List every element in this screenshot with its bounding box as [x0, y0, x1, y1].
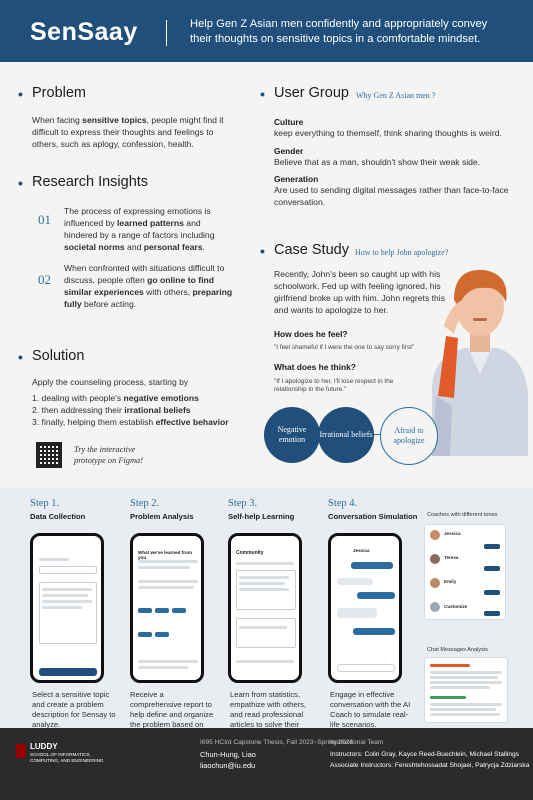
user-group-text: Believe that as a man, shouldn't show th…: [274, 157, 481, 167]
instructors: Instructors: Colin Gray, Kayce Reed-Buec…: [330, 751, 519, 758]
chat-analysis-label: Chat Messages Analysis: [427, 647, 488, 653]
bullet-icon: •: [260, 243, 265, 259]
step-title: Step 1.: [30, 498, 60, 509]
insight-text: The process of expressing emotions is in…: [64, 206, 215, 252]
step-description: Engage in effective conversation with th…: [330, 690, 411, 729]
select-button[interactable]: [484, 566, 500, 571]
user-group-text: Are used to sending digital messages rat…: [274, 185, 509, 207]
phone-contact-name: Jessica: [353, 548, 370, 553]
user-group-link[interactable]: Why Gen Z Asian men ?: [356, 91, 435, 100]
select-button[interactable]: [484, 611, 500, 616]
avatar: [430, 530, 440, 540]
solution-step: 3. finally, helping them establish effec…: [32, 417, 229, 427]
problem-title: Problem: [32, 85, 86, 101]
step-subtitle: Self-help Learning: [228, 512, 295, 521]
associate-instructors: Associate Instructors: Fereshtehossadat …: [330, 762, 530, 769]
step-title: Step 4.: [328, 498, 358, 509]
solution-intro: Apply the counseling process, starting b…: [32, 377, 189, 387]
school-subtitle: SCHOOL OF INFORMATICS, COMPUTING, AND ENG…: [30, 752, 104, 763]
coach-name: Jessica: [444, 531, 461, 536]
phone-screen-title: Community: [236, 550, 264, 556]
insight-number: 02: [38, 272, 51, 287]
user-group-heading: Culture: [274, 117, 304, 127]
solution-step: 1. dealing with people's negative emotio…: [32, 393, 199, 403]
team-label: Instructional Team: [330, 739, 384, 746]
case-study-title: Case Study: [274, 242, 349, 258]
phone-screen-title: What we've learned from you: [138, 550, 192, 560]
iu-trident-icon: [16, 744, 26, 758]
step-title: Step 2.: [130, 498, 160, 509]
avatar: [430, 554, 440, 564]
avatar: [430, 578, 440, 588]
phone-mockup-step3: Community: [228, 533, 302, 683]
circle-negative-emotion: Negative emotion: [264, 407, 320, 463]
phone-mockup-step1: [30, 533, 104, 683]
bullet-icon: •: [18, 86, 23, 102]
user-group-heading: Generation: [274, 174, 319, 184]
case-question: What does he think?: [274, 362, 356, 372]
circle-irrational-beliefs: Irrational beliefs: [318, 407, 374, 463]
step-description: Select a sensitive topic and create a pr…: [32, 690, 116, 729]
phone-mockup-step2: What we've learned from you: [130, 533, 204, 683]
bullet-icon: •: [18, 349, 23, 365]
qr-code-icon[interactable]: [36, 442, 62, 468]
step-title: Step 3.: [228, 498, 258, 509]
solution-title: Solution: [32, 348, 85, 364]
school-name: LUDDY: [30, 742, 58, 751]
step-subtitle: Data Collection: [30, 512, 86, 521]
case-answer: "If I apologize to her, I'll lose respec…: [274, 378, 394, 393]
avatar: [430, 602, 440, 612]
coach-name: Teresa: [444, 555, 459, 560]
coaches-label: Coaches with different tones: [427, 512, 498, 518]
step-subtitle: Conversation Simulation: [328, 512, 418, 521]
tagline: Help Gen Z Asian men confidently and app…: [190, 18, 488, 45]
select-button[interactable]: [484, 544, 500, 549]
circle-afraid-to-apologize: Afraid to apologize: [380, 407, 438, 465]
phone-mockup-step4: Jessica: [328, 533, 402, 683]
step-subtitle: Problem Analysis: [130, 512, 194, 521]
case-question: How does he feel?: [274, 329, 348, 339]
user-group-text: keep everything to themself, think shari…: [274, 128, 502, 138]
coach-name: Emily: [444, 579, 457, 584]
user-group-title: User Group: [274, 85, 349, 101]
insight-number: 01: [38, 212, 51, 227]
header-divider: [166, 20, 167, 46]
solution-step: 2. then addressing their irrational beli…: [32, 405, 191, 415]
insight-text: When confronted with situations difficul…: [64, 263, 233, 309]
bullet-icon: •: [18, 175, 23, 191]
user-group-heading: Gender: [274, 146, 304, 156]
problem-text: When facing sensitive topics, people mig…: [32, 115, 224, 149]
prototype-link[interactable]: Try the interactive prototype on Figma!: [74, 444, 143, 466]
coach-name: Customize: [444, 604, 468, 609]
research-title: Research Insights: [32, 174, 149, 190]
bullet-icon: •: [260, 86, 265, 102]
author-name: Chun-Hung, Liao: [200, 750, 256, 759]
select-button[interactable]: [484, 590, 500, 595]
author-email[interactable]: liaochun@iu.edu: [200, 761, 255, 771]
logo: SenSaay: [30, 18, 138, 46]
